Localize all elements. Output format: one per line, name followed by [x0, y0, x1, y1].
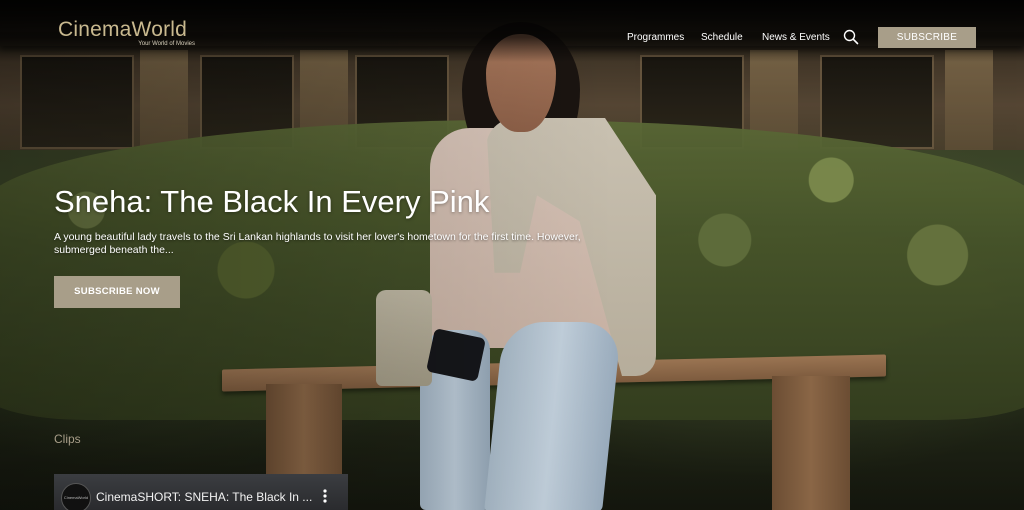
video-clip-title[interactable]: CinemaSHORT: SNEHA: The Black In ... [96, 490, 328, 504]
nav-item-news-events[interactable]: News & Events [762, 32, 830, 43]
hero-title: Sneha: The Black In Every Pink [54, 184, 490, 219]
site-logo[interactable]: CinemaWorld Your World of Movies [58, 18, 198, 52]
logo-tagline: Your World of Movies [138, 41, 195, 47]
more-vertical-icon[interactable] [320, 488, 330, 504]
hero-description: A young beautiful lady travels to the Sr… [54, 231, 581, 256]
site-header: CinemaWorld Your World of Movies Program… [0, 0, 1024, 62]
logo-title: CinemaWorld [58, 18, 188, 41]
nav-item-programmes[interactable]: Programmes [627, 32, 684, 43]
search-icon[interactable] [843, 29, 859, 45]
video-clip-card[interactable]: CinemaWorld CinemaSHORT: SNEHA: The Blac… [54, 474, 348, 510]
header-subscribe-button[interactable]: SUBSCRIBE [878, 27, 976, 48]
page: CinemaWorld Your World of Movies Program… [0, 0, 1024, 510]
nav-item-schedule[interactable]: Schedule [701, 32, 743, 43]
clips-heading: Clips [54, 432, 81, 446]
subscribe-now-button[interactable]: SUBSCRIBE NOW [54, 276, 180, 308]
channel-avatar: CinemaWorld [61, 483, 91, 510]
